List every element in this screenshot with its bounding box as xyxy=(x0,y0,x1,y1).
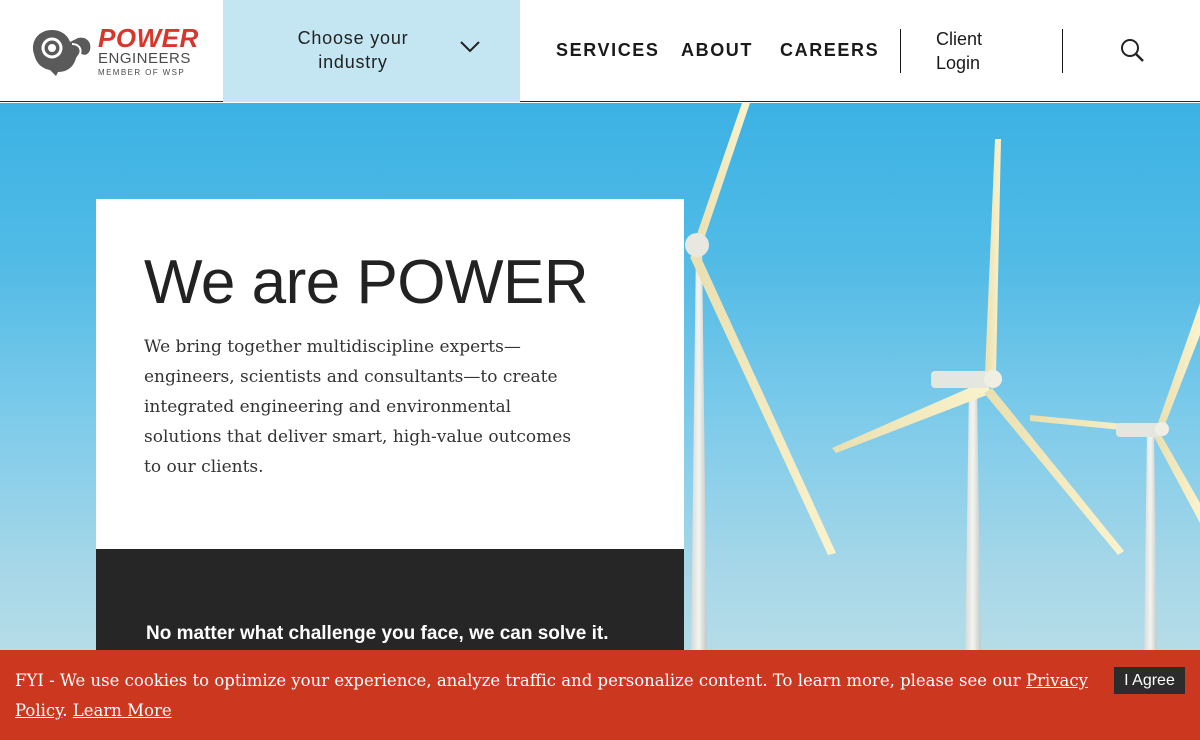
site-header: POWER ENGINEERS MEMBER OF WSP Choose you… xyxy=(0,0,1200,102)
nav-careers[interactable]: CAREERS xyxy=(780,40,879,61)
hero-title: We are POWER xyxy=(144,248,589,317)
nav-about[interactable]: ABOUT xyxy=(681,40,753,61)
ram-logo-icon xyxy=(32,30,91,76)
cookie-text: FYI - We use cookies to optimize your ex… xyxy=(15,671,1026,690)
nav-divider xyxy=(1062,29,1063,73)
client-login-link[interactable]: Client Login xyxy=(936,27,1006,75)
industry-dropdown[interactable]: Choose your industry xyxy=(223,0,520,102)
nav-services[interactable]: SERVICES xyxy=(556,40,660,61)
learn-more-link[interactable]: Learn More xyxy=(73,701,172,720)
logo-engineers-text: ENGINEERS xyxy=(98,50,191,67)
hero-tagline: No matter what challenge you face, we ca… xyxy=(146,623,609,644)
cookie-banner: FYI - We use cookies to optimize your ex… xyxy=(0,650,1200,740)
nav-divider xyxy=(900,29,901,73)
chevron-down-icon xyxy=(460,41,480,53)
logo[interactable]: POWER ENGINEERS MEMBER OF WSP xyxy=(28,22,198,80)
intro-card: We are POWER We bring together multidisc… xyxy=(96,199,684,549)
cookie-message: FYI - We use cookies to optimize your ex… xyxy=(15,671,1088,720)
hero-section: We are POWER We bring together multidisc… xyxy=(0,103,1200,740)
logo-tagline: MEMBER OF WSP xyxy=(98,68,186,77)
hero-description: We bring together multidiscipline expert… xyxy=(144,337,572,477)
search-icon[interactable] xyxy=(1120,38,1146,64)
agree-button[interactable]: I Agree xyxy=(1114,667,1185,694)
industry-dropdown-label: Choose your industry xyxy=(297,28,409,72)
